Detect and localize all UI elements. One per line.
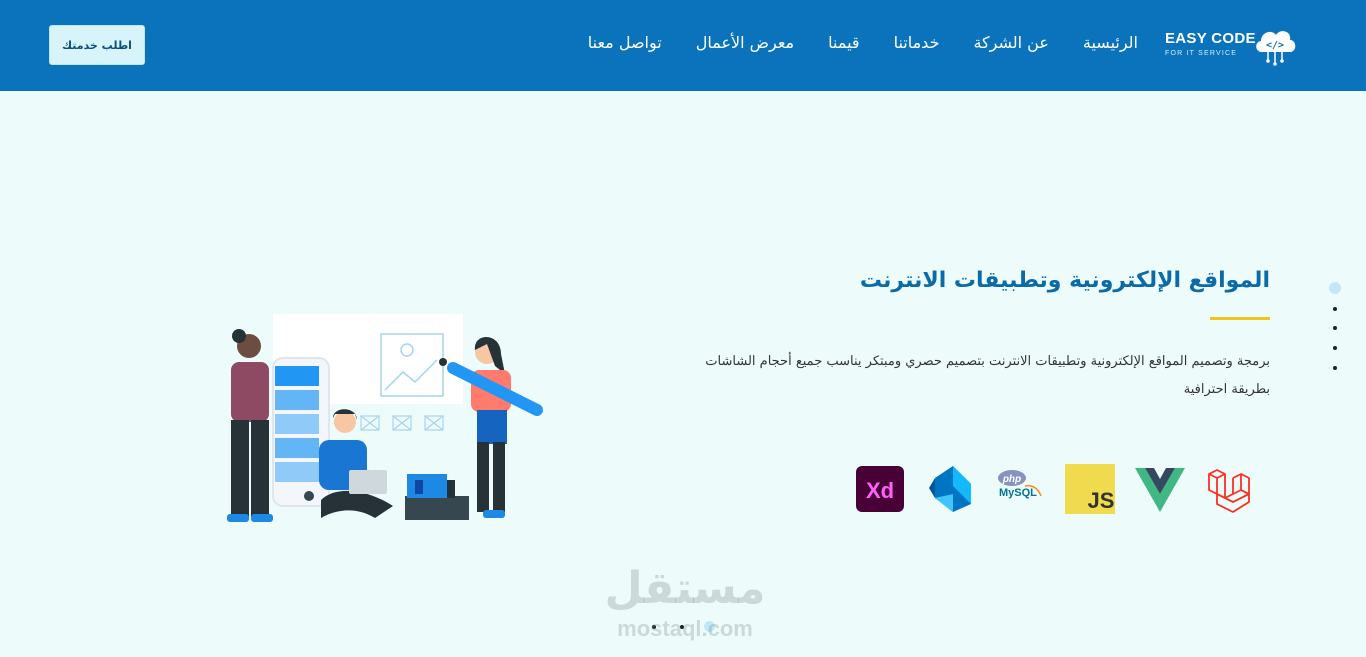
nav-portfolio[interactable]: معرض الأعمال [696,29,794,57]
slider-dot-active[interactable] [1329,282,1341,294]
php-label: php [1002,474,1021,485]
js-label: JS [1088,488,1115,513]
mostaql-watermark: مستقل mostaql.com [595,560,775,650]
tech-icons: Xd php MySQL JS [855,462,1260,518]
hero-description: برمجة وتصميم المواقع الإلكترونية وتطبيقا… [705,354,1270,397]
nav-contact[interactable]: تواصل معنا [588,29,662,57]
main-nav: الرئيسية عن الشركة خدماتنا قيمنا معرض ال… [588,29,1138,57]
request-service-button[interactable]: اطلب خدمتك [49,25,145,65]
logo-main-text: EASY CODE [1165,30,1256,47]
hero-title: المواقع الإلكترونية وتطبيقات الانترنت [859,268,1270,293]
watermark-arabic: مستقل [604,563,766,614]
watermark-latin: mostaql.com [617,616,753,641]
team-illustration [227,314,543,522]
vue-icon [1135,468,1185,512]
laravel-icon [1208,469,1250,513]
slider-dot[interactable] [1333,307,1337,311]
nav-home[interactable]: الرئيسية [1083,29,1138,57]
adobe-xd-icon: Xd [856,466,904,512]
site-logo[interactable]: EASY CODE FOR IT SERVICE </> [1165,22,1300,70]
javascript-icon: JS [1065,464,1115,514]
dart-icon [929,466,971,512]
logo-sub-text: FOR IT SERVICE [1165,50,1238,57]
xd-label: Xd [866,478,894,503]
php-mysql-icon: php MySQL [998,470,1042,499]
nav-services[interactable]: خدماتنا [894,29,940,57]
slider-dot[interactable] [1333,366,1337,370]
svg-text:</>: </> [1266,40,1284,51]
mysql-label: MySQL [999,487,1037,499]
slider-dot[interactable] [1333,346,1337,350]
cloud-code-icon: </> [1256,31,1296,66]
title-underline [1210,317,1270,320]
site-header: اطلب خدمتك الرئيسية عن الشركة خدماتنا قي… [0,0,1366,91]
nav-about[interactable]: عن الشركة [973,29,1048,57]
nav-values[interactable]: قيمنا [828,29,859,57]
logo-text: EASY CODE FOR IT SERVICE [1165,30,1256,57]
slider-dot[interactable] [1333,326,1337,330]
